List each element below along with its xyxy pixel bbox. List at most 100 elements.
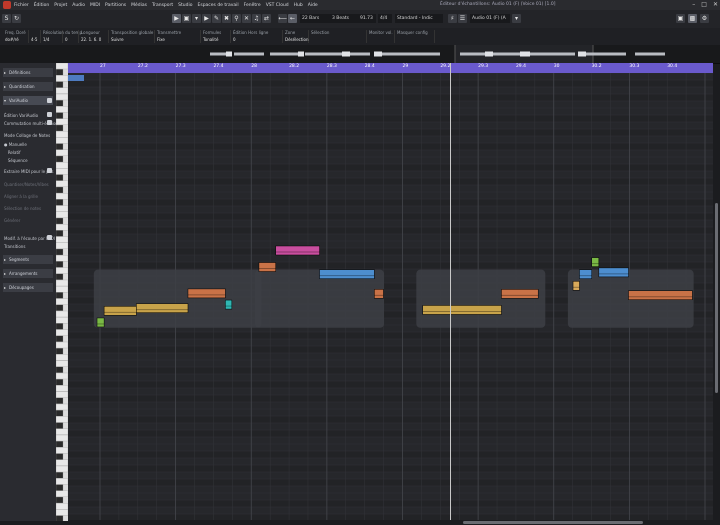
midi-listen-checkbox[interactable] bbox=[47, 235, 52, 240]
zoom-tool-icon[interactable]: ⚲ bbox=[232, 14, 241, 23]
black-key[interactable] bbox=[56, 484, 64, 491]
range-tool-icon[interactable]: ▣ bbox=[182, 14, 191, 23]
mixer-icon[interactable]: ☰ bbox=[458, 14, 467, 23]
white-key[interactable] bbox=[56, 193, 68, 200]
scale-select[interactable]: Standard - Indic bbox=[395, 14, 443, 23]
menu-item-vst-cloud[interactable]: VST Cloud bbox=[266, 3, 289, 8]
scrub-icon[interactable]: ⇄ bbox=[262, 14, 271, 23]
inspector-section-definitions[interactable]: ▸ Définitions bbox=[3, 68, 53, 77]
white-key[interactable] bbox=[56, 391, 68, 398]
radio-relative[interactable]: Relatif bbox=[4, 150, 21, 155]
white-key[interactable] bbox=[56, 372, 68, 380]
white-key[interactable] bbox=[56, 242, 68, 249]
tempo-field[interactable]: 91.73 bbox=[358, 14, 376, 23]
channel-select[interactable]: Audio 01 (F) (A bbox=[470, 14, 510, 23]
multi-edit-checkbox[interactable] bbox=[47, 120, 52, 125]
extract-midi-checkbox[interactable] bbox=[47, 168, 52, 173]
black-key[interactable] bbox=[56, 248, 64, 256]
inspector-section-quantize[interactable]: ▸ Quantisation bbox=[3, 82, 53, 91]
white-key[interactable] bbox=[56, 131, 68, 138]
variaudio-note[interactable] bbox=[258, 262, 276, 272]
inspector-section-segments[interactable]: ▸ Segments bbox=[3, 255, 53, 264]
horizontal-scrollbar[interactable] bbox=[68, 520, 713, 525]
black-key[interactable] bbox=[56, 472, 64, 479]
menu-item-midi[interactable]: MIDI bbox=[90, 3, 100, 8]
bars-field[interactable]: 22 Bars bbox=[300, 14, 334, 23]
variaudio-note[interactable] bbox=[103, 306, 137, 316]
white-key[interactable] bbox=[56, 255, 68, 262]
black-key[interactable] bbox=[56, 335, 64, 342]
variaudio-note[interactable] bbox=[136, 303, 189, 313]
event-marker[interactable] bbox=[68, 75, 84, 81]
white-key[interactable] bbox=[56, 279, 68, 287]
white-key[interactable] bbox=[56, 75, 68, 82]
inspector-section-arrangements[interactable]: ▸ Arrangements bbox=[3, 269, 53, 278]
play-icon[interactable]: ▶ bbox=[202, 14, 211, 23]
black-key[interactable] bbox=[56, 100, 64, 107]
close-icon[interactable]: ✕ bbox=[713, 1, 718, 8]
white-key[interactable] bbox=[56, 267, 68, 274]
variaudio-edit-button[interactable] bbox=[47, 112, 52, 117]
white-key[interactable] bbox=[56, 341, 68, 349]
white-key[interactable] bbox=[56, 162, 68, 169]
info-cell-transmit[interactable]: Transmettre Fixe bbox=[154, 30, 201, 43]
variaudio-note[interactable] bbox=[374, 289, 384, 299]
menu-item-window[interactable]: Fenêtre bbox=[244, 3, 261, 8]
timeline-ruler[interactable]: 27 27.2 27.3 27.4 28 28.2 28.3 28.4 29 29.2 29.3 29… bbox=[68, 63, 713, 73]
menu-item-edit[interactable]: Édition bbox=[34, 3, 50, 8]
black-key[interactable] bbox=[56, 323, 64, 330]
black-key[interactable] bbox=[56, 230, 64, 237]
variaudio-enable-checkbox[interactable] bbox=[47, 98, 52, 103]
variaudio-note[interactable] bbox=[579, 269, 592, 279]
inspector-section-variaudio[interactable]: ▾ VariAudio bbox=[3, 96, 53, 105]
info-cell-global-transpose[interactable]: Transposition globale Suivre bbox=[108, 30, 155, 43]
white-key[interactable] bbox=[56, 298, 68, 305]
info-cell-hide-config[interactable]: Masquer config bbox=[394, 30, 435, 43]
overview-waveform[interactable] bbox=[0, 45, 720, 64]
playback-cursor[interactable] bbox=[450, 63, 451, 525]
white-key[interactable] bbox=[56, 329, 68, 336]
black-key[interactable] bbox=[56, 261, 64, 268]
black-key[interactable] bbox=[56, 81, 64, 88]
note-editor-grid[interactable] bbox=[68, 73, 713, 520]
channel-dropdown-icon[interactable]: ▾ bbox=[512, 14, 521, 23]
black-key[interactable] bbox=[56, 174, 64, 181]
variaudio-note[interactable] bbox=[572, 281, 580, 291]
black-key[interactable] bbox=[56, 143, 64, 150]
vertical-scroll-thumb[interactable] bbox=[715, 203, 718, 393]
white-key[interactable] bbox=[56, 118, 68, 125]
info-cell-monitor-volume[interactable]: Monitor vol. bbox=[366, 30, 395, 43]
settings-gear-icon[interactable]: ⚙ bbox=[700, 14, 709, 23]
menu-item-scores[interactable]: Partitions bbox=[105, 3, 126, 8]
black-key[interactable] bbox=[56, 199, 64, 206]
chord-track-icon[interactable]: ♯ bbox=[448, 14, 457, 23]
white-key[interactable] bbox=[56, 503, 68, 510]
white-key[interactable] bbox=[56, 93, 68, 101]
info-cell-zone[interactable]: Zone Désélection bbox=[282, 30, 309, 43]
piano-keyboard[interactable] bbox=[56, 63, 68, 521]
menu-item-audio[interactable]: Audio bbox=[72, 3, 85, 8]
black-key[interactable] bbox=[56, 292, 64, 299]
white-key[interactable] bbox=[56, 137, 68, 144]
snap-grid-icon[interactable]: ▣ bbox=[676, 14, 685, 23]
mute-tool-icon[interactable]: ✕ bbox=[242, 14, 251, 23]
black-key[interactable] bbox=[56, 304, 64, 311]
white-key[interactable] bbox=[56, 211, 68, 218]
info-cell-offline-edit[interactable]: Édition Hors ligne 0 bbox=[230, 30, 283, 43]
menu-item-hub[interactable]: Hub bbox=[294, 3, 303, 8]
white-key[interactable] bbox=[56, 360, 68, 367]
white-key[interactable] bbox=[56, 385, 68, 392]
white-key[interactable] bbox=[56, 428, 68, 435]
audio-segment-waveform[interactable] bbox=[93, 269, 262, 328]
erase-tool-icon[interactable]: ✖ bbox=[222, 14, 231, 23]
menu-item-media[interactable]: Médias bbox=[131, 3, 147, 8]
black-key[interactable] bbox=[56, 422, 64, 429]
variaudio-note[interactable] bbox=[187, 288, 226, 299]
snap-icon[interactable]: ⟵ bbox=[278, 14, 287, 23]
variaudio-note[interactable] bbox=[422, 305, 502, 315]
white-key[interactable] bbox=[56, 63, 68, 70]
white-key[interactable] bbox=[56, 403, 68, 411]
menu-item-file[interactable]: Fichier bbox=[14, 3, 29, 8]
variaudio-note[interactable] bbox=[501, 289, 539, 299]
audio-segment-waveform[interactable] bbox=[416, 269, 546, 328]
